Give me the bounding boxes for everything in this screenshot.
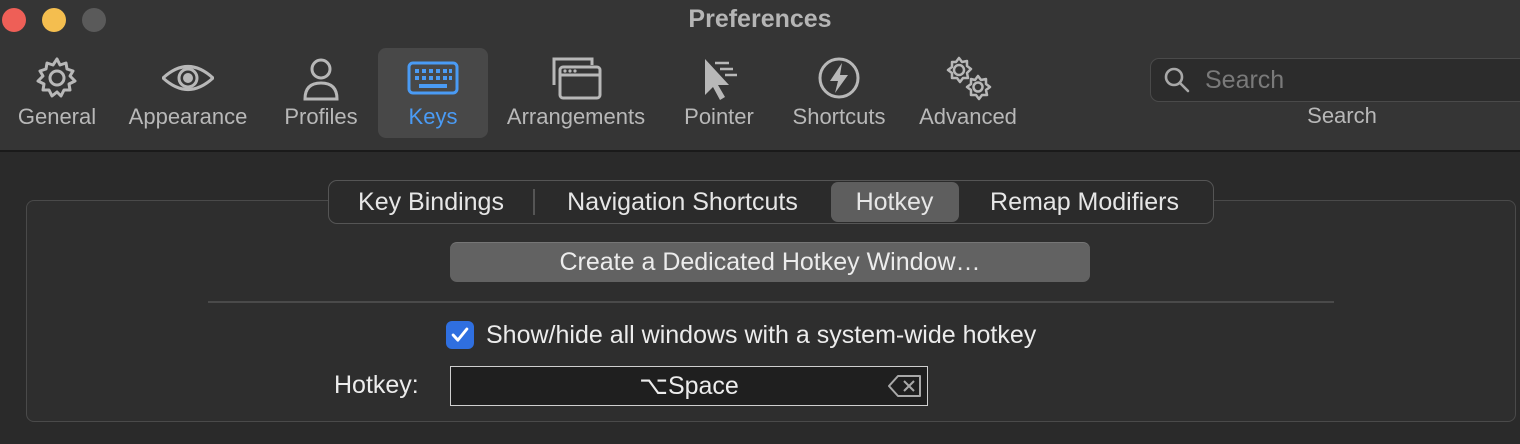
toolbar-item-profiles[interactable]: Profiles [276, 48, 366, 138]
toolbar-item-advanced[interactable]: Advanced [912, 48, 1024, 138]
search-field[interactable] [1150, 58, 1520, 102]
toolbar-item-pointer[interactable]: Pointer [674, 48, 764, 138]
show-hide-row: Show/hide all windows with a system-wide… [446, 320, 1036, 350]
toolbar-item-general[interactable]: General [12, 48, 102, 138]
toolbar-item-keys[interactable]: Keys [378, 48, 488, 138]
show-hide-label[interactable]: Show/hide all windows with a system-wide… [486, 321, 1036, 350]
window-title: Preferences [688, 5, 832, 33]
tab-navigation-shortcuts[interactable]: Navigation Shortcuts [535, 182, 831, 222]
toolbar-label-appearance: Appearance [128, 104, 248, 129]
tab-bar: Key Bindings Navigation Shortcuts Hotkey… [328, 180, 1214, 224]
hotkey-label: Hotkey: [334, 371, 419, 399]
clear-hotkey-icon[interactable] [887, 373, 923, 399]
toolbar-label-shortcuts: Shortcuts [792, 104, 886, 129]
gears-icon [941, 54, 995, 102]
toolbar-item-shortcuts[interactable]: Shortcuts [784, 48, 894, 138]
preferences-window: Preferences General Appearance Profiles [0, 0, 1520, 444]
toolbar-item-arrangements[interactable]: Arrangements [500, 48, 652, 138]
separator [208, 301, 1334, 303]
hotkey-field[interactable]: ⌥Space [450, 366, 928, 406]
toolbar: Preferences General Appearance Profiles [0, 0, 1520, 152]
keyboard-icon [406, 54, 460, 102]
toolbar-item-appearance[interactable]: Appearance [120, 48, 256, 138]
tab-key-bindings[interactable]: Key Bindings [329, 182, 533, 222]
eye-icon [161, 54, 215, 102]
search-caption: Search [1307, 103, 1377, 128]
show-hide-checkbox[interactable] [446, 321, 474, 349]
toolbar-label-general: General [17, 104, 97, 129]
toolbar-label-arrangements: Arrangements [506, 104, 646, 129]
checkmark-icon [451, 327, 469, 342]
toolbar-label-keys: Keys [408, 104, 458, 129]
gear-icon [30, 54, 84, 102]
search-input[interactable] [1205, 65, 1505, 95]
tab-remap-modifiers[interactable]: Remap Modifiers [959, 182, 1211, 222]
person-icon [294, 54, 348, 102]
tab-hotkey[interactable]: Hotkey [830, 182, 959, 222]
search-icon [1164, 67, 1190, 93]
pointer-icon [692, 54, 746, 102]
hotkey-value: ⌥Space [639, 372, 739, 400]
toolbar-label-pointer: Pointer [684, 104, 754, 129]
lightning-icon [812, 54, 866, 102]
create-hotkey-window-button[interactable]: Create a Dedicated Hotkey Window… [450, 242, 1090, 282]
toolbar-label-profiles: Profiles [284, 104, 358, 129]
toolbar-label-advanced: Advanced [919, 104, 1017, 129]
windows-icon [549, 54, 603, 102]
